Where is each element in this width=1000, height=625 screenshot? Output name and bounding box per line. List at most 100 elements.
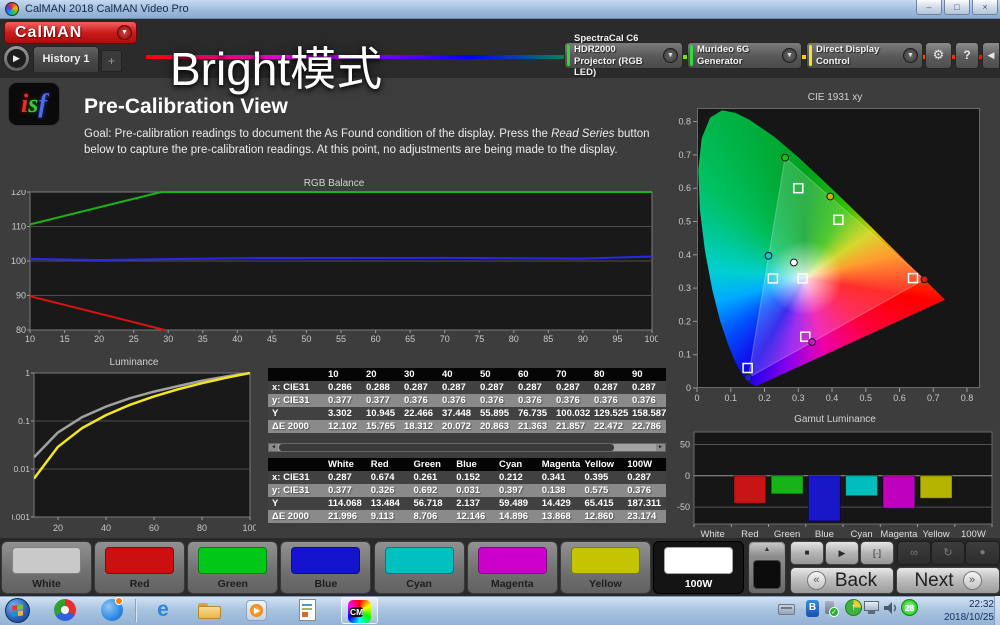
table-cell: 37.448 (438, 407, 476, 420)
pattern-button-100w[interactable]: 100W (653, 541, 744, 594)
help-icon: ? (963, 48, 970, 62)
back-label: Back (835, 570, 877, 592)
svg-text:95: 95 (612, 334, 622, 344)
temperature-badge[interactable]: 28 (901, 599, 918, 616)
chart-title: RGB Balance (10, 178, 658, 189)
show-desktop-button[interactable] (994, 596, 1000, 625)
table-header-row: 102030405060708090 (268, 368, 666, 381)
svg-text:0.4: 0.4 (678, 250, 691, 260)
svg-text:0.1: 0.1 (18, 416, 30, 426)
scroll-left-icon[interactable]: ◄ (269, 444, 278, 451)
gamut-table: WhiteRedGreenBlueCyanMagentaYellow100Wx:… (268, 458, 666, 523)
chevron-left-icon: « (807, 571, 826, 590)
pattern-button-white[interactable]: White (1, 541, 92, 594)
svg-text:100: 100 (242, 523, 256, 533)
table-cell: 0.212 (495, 471, 538, 484)
play-icon: ▶ (839, 548, 846, 558)
start-button[interactable] (5, 598, 30, 623)
chevron-left-icon: ◀ (988, 50, 995, 60)
continuous-mode-button[interactable]: ∞ (897, 541, 931, 565)
taskbar-icon-calman-active[interactable]: CM (341, 597, 378, 624)
scroll-right-icon[interactable]: ► (656, 444, 665, 451)
taskbar-clock[interactable]: 22:32 2018/10/25 (924, 598, 994, 624)
pattern-button-blue[interactable]: Blue (280, 541, 371, 594)
pattern-swatch (478, 547, 547, 574)
pattern-swatch (571, 547, 640, 574)
svg-text:100: 100 (11, 256, 26, 266)
pattern-button-cyan[interactable]: Cyan (374, 541, 465, 594)
restore-button[interactable]: □ (944, 0, 970, 15)
read-continuous-button[interactable]: ▶ (825, 541, 859, 565)
refresh-icon: ↻ (943, 547, 952, 559)
bluetooth-tray-icon[interactable]: B (806, 600, 819, 617)
svg-text:0.3: 0.3 (678, 283, 691, 293)
table-cell: 3.302 (324, 407, 362, 420)
taskbar-icon-360-browser[interactable] (100, 599, 124, 622)
table-row: ΔE 200012.10215.76518.31220.07220.86321.… (268, 420, 666, 433)
chevron-down-icon: ▼ (903, 48, 918, 63)
meter-dropdown[interactable]: SpectraCal C6 HDR2000Projector (RGB LED)… (564, 42, 683, 69)
add-tab-button[interactable]: + (101, 50, 122, 72)
table-cell: 0.376 (552, 394, 590, 407)
taskbar-icon-internet-explorer[interactable]: e (151, 599, 175, 622)
taskbar-icon-notepad-app[interactable] (296, 599, 320, 622)
svg-text:0.5: 0.5 (678, 217, 691, 227)
svg-text:90: 90 (16, 291, 26, 301)
pattern-button-magenta[interactable]: Magenta (467, 541, 558, 594)
table-row: y: CIE310.3770.3770.3760.3760.3760.3760.… (268, 394, 666, 407)
table-cell: 0.376 (590, 394, 628, 407)
pattern-window-button[interactable]: ▲ (748, 541, 786, 594)
table-cell: 0.376 (476, 394, 514, 407)
security-shield-tray-icon[interactable]: ↑ (845, 599, 862, 616)
table-cell: 23.174 (623, 510, 666, 523)
chevron-up-icon[interactable]: ▲ (750, 543, 784, 557)
tab-history-1[interactable]: History 1 (33, 46, 99, 72)
pattern-button-green[interactable]: Green (187, 541, 278, 594)
svg-text:55: 55 (336, 334, 346, 344)
usb-tray-icon[interactable]: ✓ (823, 600, 847, 623)
read-series-button[interactable]: [·] (860, 541, 894, 565)
taskbar-icon-explorer-folder[interactable] (198, 599, 222, 622)
svg-text:Blue: Blue (815, 529, 834, 540)
svg-text:-50: -50 (677, 502, 690, 512)
keyboard-tray-icon[interactable] (778, 604, 802, 625)
svg-text:75: 75 (474, 334, 484, 344)
stop-button[interactable]: ■ (790, 541, 824, 565)
minimize-button[interactable]: – (916, 0, 942, 15)
table-cell: 0.286 (324, 381, 362, 394)
taskbar-icon-360-security[interactable] (53, 599, 77, 622)
table-cell: 0.287 (400, 381, 438, 394)
next-button[interactable]: Next » (896, 567, 1000, 594)
pattern-label: Green (188, 578, 277, 590)
pattern-button-red[interactable]: Red (94, 541, 185, 594)
settings-button[interactable]: ⚙ (925, 42, 952, 69)
rgb-balance-plot: 1015202530354045505560657075808590951008… (10, 190, 658, 351)
svg-text:25: 25 (129, 334, 139, 344)
scrollbar-thumb[interactable] (279, 444, 614, 451)
svg-text:Cyan: Cyan (851, 529, 873, 540)
table-cell: 0.377 (324, 484, 367, 497)
record-button[interactable]: ● (965, 541, 1000, 565)
window-titlebar[interactable]: CalMAN 2018 CalMAN Video Pro – □ × (0, 0, 1000, 19)
table-cell: 0.397 (495, 484, 538, 497)
collapse-panel-button[interactable]: ◀ (982, 42, 1000, 69)
source-dropdown[interactable]: Murideo 6G Generator ▼ (687, 42, 802, 69)
gamut-luminance-chart: Gamut Luminance 500-50WhiteRedGreenBlueC… (672, 414, 998, 540)
pattern-label: Yellow (561, 578, 650, 590)
close-button[interactable]: × (972, 0, 998, 15)
table-cell: 15.765 (362, 420, 400, 433)
calman-menu-button[interactable]: CalMAN ▼ (4, 21, 137, 44)
table-scrollbar[interactable]: ◄ ► (268, 443, 666, 452)
svg-text:0.6: 0.6 (893, 393, 906, 403)
source-label: Murideo 6G Generator (688, 44, 782, 67)
back-button[interactable]: « Back (790, 567, 894, 594)
workflow-advance-button[interactable]: ▶ (3, 45, 30, 72)
table-cell: 13.868 (538, 510, 581, 523)
refresh-button[interactable]: ↻ (931, 541, 965, 565)
table-cell: 0.377 (362, 394, 400, 407)
help-button[interactable]: ? (955, 42, 979, 69)
record-icon: ● (979, 547, 985, 558)
pattern-button-yellow[interactable]: Yellow (560, 541, 651, 594)
display-control-dropdown[interactable]: Direct Display Control ▼ (806, 42, 923, 69)
taskbar-icon-media-player[interactable]: ▶ (245, 599, 269, 622)
